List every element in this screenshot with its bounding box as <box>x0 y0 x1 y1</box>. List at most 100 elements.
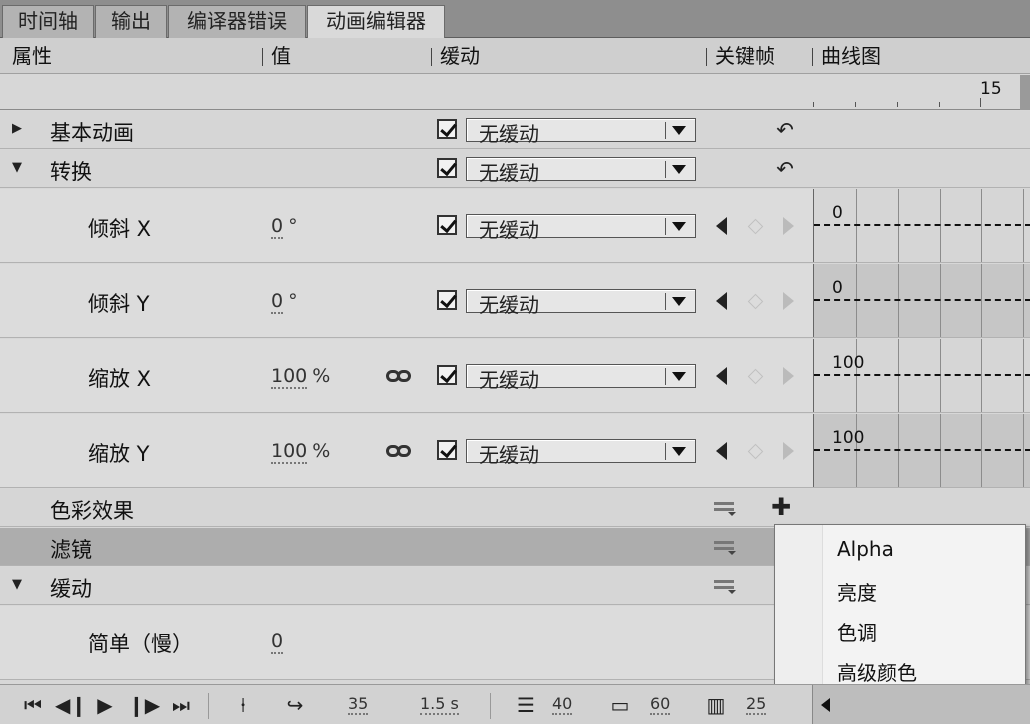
property-curve-graph[interactable]: 100 <box>813 414 1030 487</box>
add-keyframe-icon[interactable] <box>747 218 764 235</box>
ease-enable-checkbox[interactable] <box>437 158 457 178</box>
loop-icon[interactable]: ↪ <box>278 685 312 724</box>
play-icon[interactable]: ▶ <box>90 685 120 724</box>
dropdown-separator <box>665 293 666 310</box>
row-label: 缩放 X <box>88 367 152 391</box>
graph-size-field[interactable]: 40 <box>552 695 573 715</box>
property-curve-graph[interactable]: 0 <box>813 189 1030 262</box>
add-effect-icon[interactable]: ✚ <box>771 495 791 519</box>
tab-motion-editor[interactable]: 动画编辑器 <box>307 5 445 39</box>
viewable-frames-field[interactable]: 25 <box>746 695 767 715</box>
value-number[interactable]: 0 <box>271 290 284 314</box>
dropdown-separator <box>665 161 666 178</box>
menu-item-advanced-color[interactable]: 高级颜色 <box>837 657 917 686</box>
graph-size-icon[interactable]: ☰ <box>512 685 540 724</box>
menu-item-alpha[interactable]: Alpha <box>837 537 894 561</box>
value-field[interactable]: 0 ° <box>271 290 298 314</box>
reset-values-icon[interactable]: ↶ <box>770 156 800 182</box>
next-keyframe-icon[interactable] <box>783 367 794 385</box>
constrain-link-icon[interactable] <box>386 443 414 459</box>
add-keyframe-icon[interactable] <box>747 368 764 385</box>
row-color-effect[interactable]: 色彩效果 ✚ <box>0 489 1030 527</box>
value-unit: % <box>312 365 331 387</box>
duration-field[interactable]: 1.5 s <box>420 695 459 715</box>
menu-item-brightness[interactable]: 亮度 <box>837 577 877 606</box>
col-value: 值 <box>271 44 291 68</box>
row-scale-x[interactable]: 缩放 X 100% 无缓动 100 <box>0 339 1030 413</box>
options-menu-icon[interactable] <box>714 502 736 516</box>
row-transform[interactable]: ▼ 转换 无缓动 ↶ <box>0 150 1030 188</box>
options-menu-icon[interactable] <box>714 541 736 555</box>
value-field[interactable]: 0 ° <box>271 215 298 239</box>
expanded-graph-size-field[interactable]: 60 <box>650 695 671 715</box>
constrain-link-icon[interactable] <box>386 368 414 384</box>
row-basic-motion[interactable]: ▶ 基本动画 无缓动 ↶ <box>0 111 1030 149</box>
dropdown-separator <box>665 218 666 235</box>
previous-keyframe-icon[interactable] <box>716 442 727 460</box>
previous-keyframe-icon[interactable] <box>716 367 727 385</box>
ease-dropdown[interactable]: 无缓动 <box>466 364 696 392</box>
row-label: 色彩效果 <box>50 499 134 523</box>
graph-value-label: 100 <box>832 353 865 373</box>
expand-down-icon[interactable]: ▼ <box>12 577 22 592</box>
previous-keyframe-icon[interactable] <box>716 217 727 235</box>
ease-dropdown[interactable]: 无缓动 <box>466 118 696 146</box>
ease-dropdown[interactable]: 无缓动 <box>466 214 696 242</box>
graph-curve-line[interactable] <box>814 299 1030 301</box>
dropdown-arrow-icon <box>672 165 686 174</box>
value-field[interactable]: 100% <box>271 365 331 389</box>
ease-dropdown[interactable]: 无缓动 <box>466 439 696 467</box>
property-curve-graph[interactable]: 0 <box>813 264 1030 337</box>
reset-values-icon[interactable]: ↶ <box>770 117 800 143</box>
ease-enable-checkbox[interactable] <box>437 290 457 310</box>
step-forward-icon[interactable]: ❙▶ <box>128 685 160 724</box>
value-field[interactable]: 100% <box>271 440 330 464</box>
value-number[interactable]: 100 <box>271 365 308 389</box>
ease-enable-checkbox[interactable] <box>437 365 457 385</box>
tab-timeline[interactable]: 时间轴 <box>2 5 94 38</box>
next-keyframe-icon[interactable] <box>783 217 794 235</box>
menu-item-tint[interactable]: 色调 <box>837 617 877 646</box>
ease-enable-checkbox[interactable] <box>437 440 457 460</box>
ease-dropdown-value: 无缓动 <box>479 161 539 185</box>
graph-curve-line[interactable] <box>814 449 1030 451</box>
step-back-icon[interactable]: ◀❙ <box>55 685 87 724</box>
next-keyframe-icon[interactable] <box>783 442 794 460</box>
ease-dropdown[interactable]: 无缓动 <box>466 157 696 185</box>
property-curve-graph[interactable]: 100 <box>813 339 1030 412</box>
row-scale-y[interactable]: 缩放 Y 100% 无缓动 100 <box>0 414 1030 488</box>
value-number[interactable]: 100 <box>271 440 308 464</box>
add-keyframe-icon[interactable] <box>747 293 764 310</box>
frame-ruler[interactable]: 15 <box>0 75 1030 110</box>
expand-down-icon[interactable]: ▼ <box>12 160 22 175</box>
scroll-left-arrow-icon[interactable] <box>821 698 830 712</box>
tab-compiler-errors[interactable]: 编译器错误 <box>168 5 306 38</box>
value-unit: ° <box>288 290 298 312</box>
playhead-icon[interactable]: ⍿ <box>233 685 253 724</box>
graph-curve-line[interactable] <box>814 374 1030 376</box>
value-number[interactable]: 0 <box>271 215 284 239</box>
horizontal-scrollbar[interactable] <box>812 685 1030 724</box>
row-label: 倾斜 X <box>88 217 152 241</box>
dropdown-separator <box>665 368 666 385</box>
next-keyframe-icon[interactable] <box>783 292 794 310</box>
row-skew-y[interactable]: 倾斜 Y 0 ° 无缓动 0 <box>0 264 1030 338</box>
ease-enable-checkbox[interactable] <box>437 119 457 139</box>
value-field[interactable]: 0 <box>271 630 284 654</box>
current-frame-field[interactable]: 35 <box>348 695 369 715</box>
viewable-frames-icon[interactable]: ▥ <box>702 685 730 724</box>
options-menu-icon[interactable] <box>714 580 736 594</box>
previous-keyframe-icon[interactable] <box>716 292 727 310</box>
ease-dropdown[interactable]: 无缓动 <box>466 289 696 317</box>
expanded-graph-size-icon[interactable]: ▭ <box>606 685 634 724</box>
ease-enable-checkbox[interactable] <box>437 215 457 235</box>
last-frame-icon[interactable]: ⏭ <box>166 685 196 724</box>
tab-output[interactable]: 输出 <box>95 5 167 38</box>
add-keyframe-icon[interactable] <box>747 443 764 460</box>
value-number[interactable]: 0 <box>271 630 284 654</box>
first-frame-icon[interactable]: ⏮ <box>18 685 48 724</box>
ruler-playhead[interactable] <box>1020 75 1030 110</box>
row-skew-x[interactable]: 倾斜 X 0 ° 无缓动 0 <box>0 189 1030 263</box>
expand-right-icon[interactable]: ▶ <box>12 121 22 136</box>
graph-curve-line[interactable] <box>814 224 1030 226</box>
